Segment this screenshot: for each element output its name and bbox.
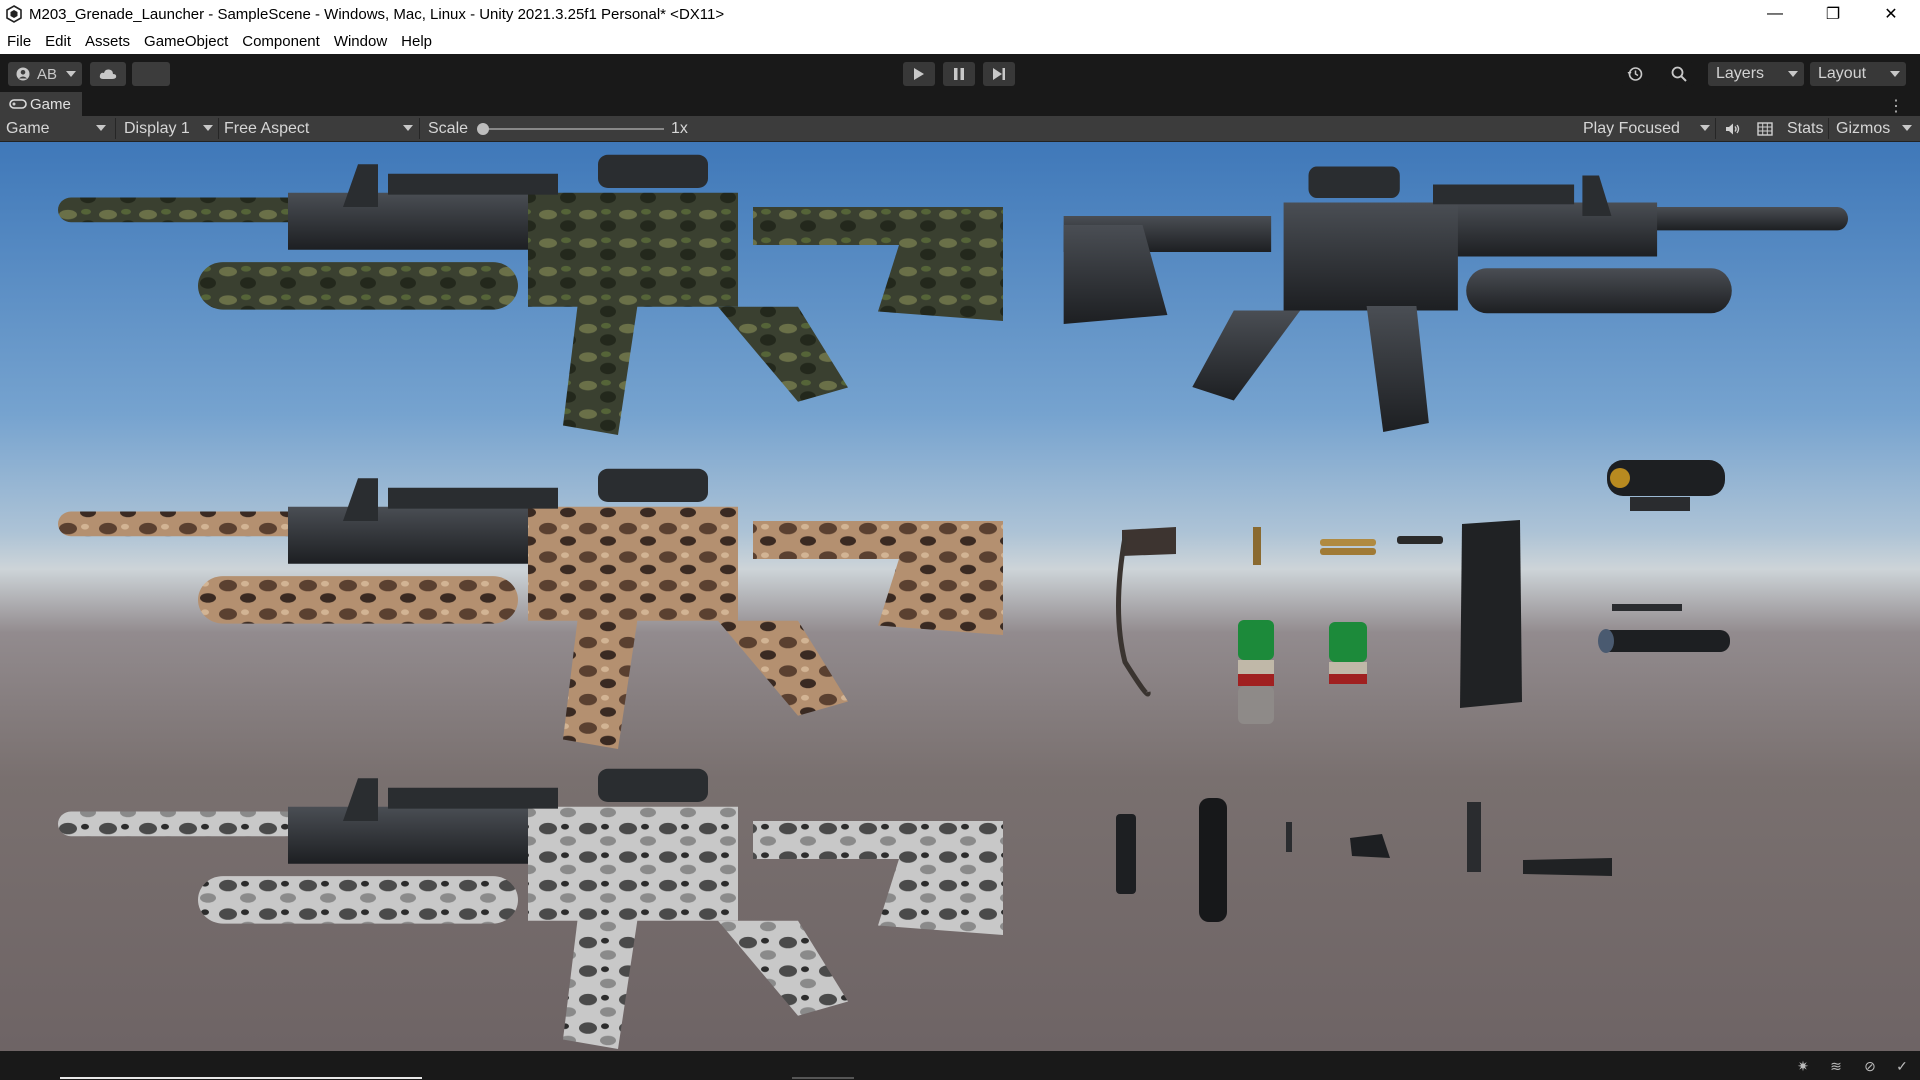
close-button[interactable]: ✕ bbox=[1862, 0, 1920, 28]
speaker-icon bbox=[1726, 123, 1740, 134]
cloud-icon bbox=[99, 69, 117, 79]
search-button[interactable] bbox=[1664, 62, 1694, 86]
account-icon bbox=[16, 67, 30, 81]
small-parts-row bbox=[1116, 798, 1612, 922]
rifle-black-right bbox=[1063, 166, 1848, 432]
gizmos-button[interactable]: Gizmos bbox=[1836, 116, 1890, 141]
play-mode-dropdown[interactable]: Play Focused bbox=[1583, 116, 1713, 141]
menu-window[interactable]: Window bbox=[327, 33, 394, 50]
magazine-part bbox=[1460, 520, 1522, 708]
aspect-dropdown[interactable]: Free Aspect bbox=[224, 116, 414, 141]
more-options-icon[interactable]: ⋮ bbox=[1888, 96, 1904, 116]
game-viewport[interactable] bbox=[0, 142, 1920, 1051]
sling-part bbox=[1116, 527, 1176, 697]
flashlight-part bbox=[1598, 604, 1730, 653]
chevron-down-icon bbox=[66, 71, 76, 77]
scale-label: Scale bbox=[428, 116, 468, 141]
aspect-label: Free Aspect bbox=[224, 119, 310, 137]
layers-label: Layers bbox=[1716, 65, 1765, 82]
layers-dropdown[interactable]: Layers bbox=[1708, 62, 1804, 86]
menu-component[interactable]: Component bbox=[235, 33, 327, 50]
scene-render bbox=[58, 154, 1848, 1049]
grid-icon bbox=[1757, 121, 1773, 136]
network-icon[interactable]: ⊘ bbox=[1862, 1058, 1878, 1074]
view-mode-label: Game bbox=[6, 119, 50, 137]
bullets-part bbox=[1320, 536, 1443, 555]
chevron-down-icon bbox=[1788, 71, 1798, 77]
menu-edit[interactable]: Edit bbox=[38, 33, 78, 50]
play-mode-label: Play Focused bbox=[1583, 119, 1680, 137]
mute-audio-button[interactable] bbox=[1722, 116, 1744, 141]
stats-button[interactable]: Stats bbox=[1787, 116, 1823, 141]
gamepad-icon bbox=[9, 99, 27, 109]
grenade-shell-1 bbox=[1238, 620, 1274, 724]
step-button[interactable] bbox=[983, 62, 1015, 86]
history-icon bbox=[1627, 67, 1643, 81]
chevron-down-icon bbox=[1700, 125, 1710, 131]
progress-indicator bbox=[60, 1077, 422, 1079]
account-dropdown[interactable]: AB bbox=[8, 62, 82, 86]
scale-slider-handle[interactable] bbox=[477, 123, 489, 135]
stats-label: Stats bbox=[1787, 119, 1824, 137]
cartridge-case bbox=[1253, 527, 1261, 565]
window-title: M203_Grenade_Launcher - SampleScene - Wi… bbox=[29, 5, 725, 23]
display-label: Display 1 bbox=[124, 119, 190, 137]
check-icon[interactable]: ✓ bbox=[1894, 1058, 1910, 1074]
history-button[interactable] bbox=[1620, 62, 1650, 86]
chevron-down-icon bbox=[403, 125, 413, 131]
display-dropdown[interactable]: Display 1 bbox=[124, 116, 214, 141]
menu-gameobject[interactable]: GameObject bbox=[137, 33, 235, 50]
divider bbox=[1828, 118, 1829, 139]
progress-indicator-secondary bbox=[792, 1077, 854, 1079]
divider bbox=[115, 118, 116, 139]
divider bbox=[218, 118, 219, 139]
chevron-down-icon bbox=[203, 125, 213, 131]
scale-value-text: 1x bbox=[671, 119, 688, 137]
menu-assets[interactable]: Assets bbox=[78, 33, 137, 50]
divider bbox=[419, 118, 420, 139]
grid-toggle-button[interactable] bbox=[1754, 116, 1776, 141]
tab-game[interactable]: Game bbox=[0, 92, 82, 116]
play-icon bbox=[914, 68, 924, 80]
account-label: AB bbox=[37, 65, 58, 83]
unity-logo-icon bbox=[6, 5, 22, 23]
minimize-button[interactable]: — bbox=[1746, 0, 1804, 28]
status-bar bbox=[0, 1051, 1920, 1080]
cloud-button[interactable] bbox=[90, 62, 126, 86]
menu-bar: File Edit Assets GameObject Component Wi… bbox=[0, 28, 1920, 54]
scale-label-text: Scale bbox=[428, 119, 469, 137]
gizmos-label: Gizmos bbox=[1836, 119, 1891, 137]
rifle-woodland-left bbox=[58, 154, 1003, 435]
grenade-shell-2 bbox=[1329, 622, 1367, 684]
chevron-down-icon bbox=[96, 125, 106, 131]
rifle-snow-left bbox=[58, 768, 1003, 1049]
layout-label: Layout bbox=[1818, 65, 1867, 82]
scale-slider-track[interactable] bbox=[480, 128, 664, 130]
chevron-down-icon bbox=[1902, 125, 1912, 131]
tab-strip bbox=[0, 92, 1920, 116]
step-icon bbox=[993, 68, 1005, 80]
divider bbox=[1715, 118, 1716, 139]
tab-game-label: Game bbox=[30, 95, 71, 113]
rifle-desert-left bbox=[58, 468, 1003, 749]
pause-button[interactable] bbox=[943, 62, 975, 86]
menu-help[interactable]: Help bbox=[394, 33, 439, 50]
view-mode-dropdown[interactable]: Game bbox=[6, 116, 110, 141]
collab-button[interactable] bbox=[132, 62, 170, 86]
scope-part bbox=[1607, 460, 1725, 511]
search-icon bbox=[1671, 66, 1687, 82]
debug-icon[interactable]: ✷ bbox=[1795, 1058, 1811, 1074]
maximize-button[interactable]: ❐ bbox=[1804, 0, 1862, 28]
chevron-down-icon bbox=[1890, 71, 1900, 77]
title-bar: M203_Grenade_Launcher - SampleScene - Wi… bbox=[0, 0, 1920, 28]
layout-dropdown[interactable]: Layout bbox=[1810, 62, 1906, 86]
scale-value: 1x bbox=[671, 116, 688, 141]
layers-stack-icon[interactable]: ≋ bbox=[1828, 1058, 1844, 1074]
menu-file[interactable]: File bbox=[0, 33, 38, 50]
pause-icon bbox=[954, 68, 964, 80]
play-button[interactable] bbox=[903, 62, 935, 86]
